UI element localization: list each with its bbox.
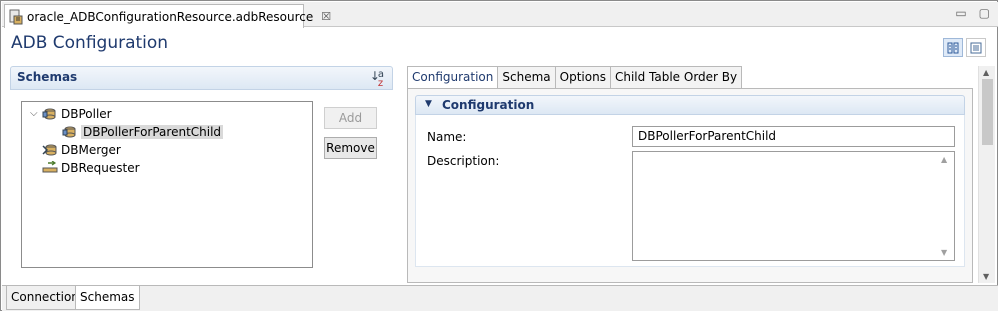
schemas-section: Schemas ↓ a z ⌵ DBPoller DBPollerForPare… [10, 66, 393, 283]
tree-item-dbpollerforparentchild[interactable]: DBPollerForParentChild [62, 123, 224, 140]
tab-child-table-order-by[interactable]: Child Table Order By [610, 66, 743, 89]
tree-item-dbpoller[interactable]: ⌵ DBPoller [30, 105, 112, 122]
tree-item-label: DBPoller [61, 106, 112, 121]
editor-tab[interactable]: oracle_ADBConfigurationResource.adbResou… [4, 4, 331, 28]
page-title: ADB Configuration [11, 33, 169, 53]
details-tab-bar: Configuration Schema Options Child Table… [407, 66, 743, 89]
list-view-icon[interactable] [966, 38, 986, 57]
description-label: Description: [427, 154, 500, 168]
db-merger-icon [42, 143, 58, 157]
tab-options[interactable]: Options [555, 66, 611, 89]
chevron-down-icon[interactable]: ⌵ [30, 108, 42, 119]
tree-item-label: DBMerger [61, 142, 121, 157]
tab-schemas[interactable]: Schemas [75, 286, 140, 310]
configuration-section-body: Name: DBPollerForParentChild Description… [415, 115, 965, 267]
configuration-section-header[interactable]: ▼ Configuration [415, 95, 965, 115]
tree-item-label: DBPollerForParentChild [81, 124, 224, 139]
editor-tab-title: oracle_ADBConfigurationResource.adbResou… [27, 9, 314, 24]
sort-alphabetically-icon[interactable]: ↓ a z [370, 70, 384, 89]
editor-vertical-scrollbar[interactable]: ▲ ▼ [978, 66, 995, 283]
maximize-icon[interactable]: ▢ [979, 6, 990, 20]
db-poller-icon [42, 107, 58, 121]
scroll-up-icon[interactable]: ▲ [941, 155, 947, 164]
minimize-icon[interactable]: ▭ [955, 6, 966, 20]
scrollbar-thumb[interactable] [982, 79, 993, 145]
scroll-down-icon[interactable]: ▼ [941, 248, 947, 257]
configuration-tab-body: ▼ Configuration Name: DBPollerForParentC… [407, 88, 973, 283]
tree-item-dbmerger[interactable]: DBMerger [42, 141, 121, 158]
configuration-section-title: Configuration [442, 98, 535, 112]
name-label: Name: [427, 130, 467, 144]
tab-schema[interactable]: Schema [498, 66, 556, 89]
db-requester-icon [42, 160, 58, 175]
tree-item-label: DBRequester [61, 160, 140, 175]
editor-window: oracle_ADBConfigurationResource.adbResou… [0, 0, 998, 311]
page-tab-bar: Connection Schemas [2, 285, 998, 311]
schemas-tree[interactable]: ⌵ DBPoller DBPollerForParentChild DBMerg… [21, 101, 313, 268]
db-poller-icon [62, 125, 78, 139]
editor-tab-bar: oracle_ADBConfigurationResource.adbResou… [2, 2, 998, 28]
schema-details-panel: Configuration Schema Options Child Table… [407, 66, 973, 283]
description-scrollbar[interactable]: ▲ ▼ [938, 152, 954, 260]
remove-button[interactable]: Remove [324, 137, 377, 159]
add-button[interactable]: Add [324, 107, 377, 129]
schemas-section-title: Schemas [17, 70, 78, 84]
tab-configuration[interactable]: Configuration [407, 66, 499, 89]
description-field[interactable]: ▲ ▼ [632, 151, 955, 261]
collapse-triangle-icon[interactable]: ▼ [425, 99, 432, 109]
scroll-down-icon[interactable]: ▼ [983, 272, 989, 281]
schemas-section-header: Schemas ↓ a z [10, 66, 393, 90]
scroll-up-icon[interactable]: ▲ [983, 68, 989, 77]
name-field[interactable]: DBPollerForParentChild [632, 126, 955, 147]
adb-resource-file-icon [9, 9, 23, 25]
close-icon[interactable]: ☒ [321, 10, 331, 23]
tree-item-dbrequester[interactable]: DBRequester [42, 159, 140, 176]
tab-connection[interactable]: Connection [6, 286, 84, 310]
columns-view-icon[interactable] [943, 38, 963, 57]
